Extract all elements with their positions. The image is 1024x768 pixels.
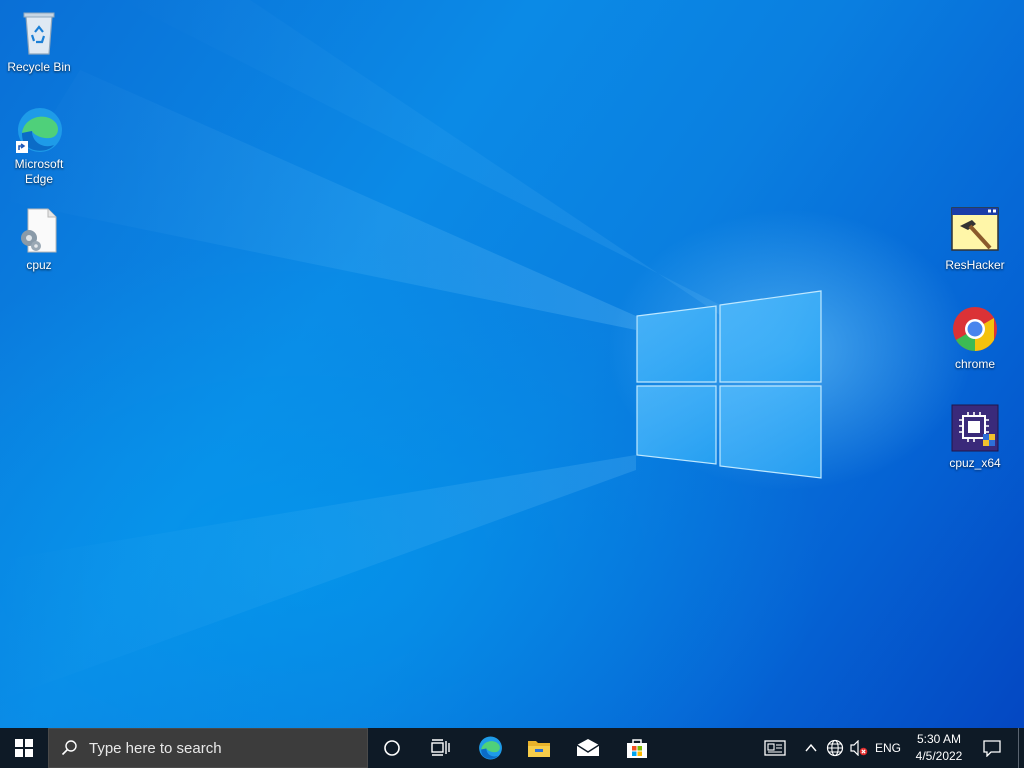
desktop[interactable]: Recycle Bin Microsoft Edge cpuz ResHacke…: [0, 0, 1024, 728]
desktop-icon-reshacker[interactable]: ResHacker: [937, 206, 1013, 273]
clock-button[interactable]: 5:30 AM 4/5/2022: [908, 728, 970, 768]
cortana-button[interactable]: [368, 728, 416, 768]
desktop-icon-recycle-bin[interactable]: Recycle Bin: [1, 8, 77, 75]
start-button[interactable]: [0, 728, 48, 768]
volume-muted-icon: [850, 740, 868, 756]
edge-icon: [479, 736, 502, 760]
clock-date: 4/5/2022: [915, 749, 963, 763]
cpuz-label: cpuz: [26, 258, 52, 272]
news-icon: [764, 740, 786, 756]
file-explorer-icon: [528, 741, 550, 757]
recycle-bin-icon: [14, 8, 64, 58]
volume-button[interactable]: [848, 728, 870, 768]
cortana-icon: [384, 740, 400, 756]
task-view-icon: [431, 739, 450, 756]
chrome-label: chrome: [954, 357, 995, 371]
clock-time: 5:30 AM: [916, 732, 962, 746]
windows-logo-wallpaper: [0, 0, 822, 700]
recycle-bin-label: Recycle Bin: [7, 60, 71, 74]
network-button[interactable]: [824, 728, 846, 768]
show-desktop-button[interactable]: [1018, 728, 1024, 768]
language-indicator: ENG: [874, 741, 901, 755]
cpuz-x64-icon: [950, 404, 1000, 454]
cpuz-x64-label: cpuz_x64: [949, 456, 1001, 470]
taskbar-file-explorer-button[interactable]: [515, 728, 563, 768]
microsoft-edge-label: Microsoft Edge: [14, 157, 64, 186]
input-language-button[interactable]: ENG: [872, 728, 904, 768]
reshacker-icon: [950, 206, 1000, 256]
globe-network-icon: [826, 739, 844, 757]
desktop-icon-chrome[interactable]: chrome: [937, 305, 1013, 372]
cpuz-file-icon: [14, 206, 64, 256]
edge-icon: [14, 105, 64, 155]
desktop-icon-cpuz[interactable]: cpuz: [1, 206, 77, 273]
taskbar-edge-button[interactable]: [466, 728, 514, 768]
notification-icon: [983, 740, 1001, 757]
chevron-up-icon: [805, 744, 817, 752]
task-view-button[interactable]: [416, 728, 464, 768]
taskbar-store-button[interactable]: [613, 728, 661, 768]
shortcut-arrow-icon: [16, 141, 28, 153]
action-center-button[interactable]: [978, 728, 1006, 768]
news-widget-button[interactable]: [760, 728, 790, 768]
search-icon: [49, 740, 89, 756]
desktop-icon-microsoft-edge[interactable]: Microsoft Edge: [1, 105, 77, 187]
reshacker-label: ResHacker: [945, 258, 1005, 272]
store-icon: [627, 739, 647, 758]
desktop-icon-cpuz-x64[interactable]: cpuz_x64: [937, 404, 1013, 471]
taskbar: ENG 5:30 AM 4/5/2022: [0, 728, 1024, 768]
mail-icon: [576, 739, 600, 756]
show-hidden-icons-button[interactable]: [800, 728, 822, 768]
windows-start-icon: [15, 739, 33, 757]
search-box[interactable]: [48, 728, 368, 768]
taskbar-mail-button[interactable]: [564, 728, 612, 768]
search-input[interactable]: [89, 739, 349, 757]
chrome-icon: [950, 305, 1000, 355]
